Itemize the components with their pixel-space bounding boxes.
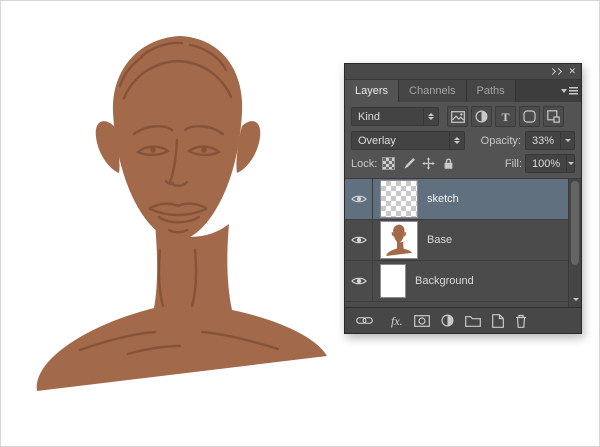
layers-list: sketch Base Background bbox=[345, 179, 581, 307]
dropdown-arrows-icon bbox=[449, 132, 464, 149]
blend-mode-dropdown[interactable]: Overlay bbox=[351, 131, 465, 150]
layers-scrollbar[interactable] bbox=[568, 179, 581, 307]
dropdown-arrow-icon bbox=[566, 155, 574, 172]
add-layer-mask-icon[interactable] bbox=[413, 314, 430, 327]
opacity-value: 33% bbox=[532, 134, 555, 147]
opacity-dropdown[interactable]: 33% bbox=[525, 131, 575, 150]
tab-channels[interactable]: Channels bbox=[399, 80, 467, 102]
fill-label: Fill: bbox=[504, 157, 522, 170]
lock-all-icon[interactable] bbox=[440, 155, 457, 172]
layer-thumbnail[interactable] bbox=[380, 264, 406, 298]
photoshop-workspace: { "canvas": { "skin_color": "#a2694a", "… bbox=[0, 0, 600, 447]
panel-bottom-bar: fx. bbox=[345, 307, 581, 333]
panel-tabs: Layers Channels Paths bbox=[345, 80, 581, 102]
layer-name: Base bbox=[427, 234, 453, 246]
visibility-toggle[interactable] bbox=[345, 220, 373, 260]
shape-filter-icon[interactable] bbox=[519, 106, 540, 127]
tab-paths[interactable]: Paths bbox=[466, 80, 516, 102]
lock-image-pixels-icon[interactable] bbox=[400, 155, 417, 172]
visibility-toggle[interactable] bbox=[345, 179, 373, 219]
close-icon[interactable]: ✕ bbox=[568, 67, 576, 76]
eye-icon bbox=[350, 277, 367, 285]
blend-mode-value: Overlay bbox=[358, 134, 396, 147]
adjustment-filter-icon[interactable] bbox=[471, 106, 492, 127]
layers-panel: ✕ Layers Channels Paths Kind T Overlay O… bbox=[344, 63, 582, 334]
filter-row: Kind T bbox=[345, 102, 581, 129]
new-group-icon[interactable] bbox=[464, 315, 481, 327]
menu-bars-icon bbox=[568, 87, 578, 95]
type-filter-icon[interactable]: T bbox=[495, 106, 516, 127]
pixel-filter-icon[interactable] bbox=[447, 106, 468, 127]
layer-row-base[interactable]: Base bbox=[345, 220, 581, 261]
tab-layers[interactable]: Layers bbox=[345, 80, 400, 102]
eye-icon bbox=[350, 195, 367, 203]
new-adjustment-layer-icon[interactable] bbox=[441, 314, 454, 327]
smart-object-filter-icon[interactable] bbox=[543, 106, 564, 127]
layer-style-icon[interactable]: fx. bbox=[391, 315, 403, 327]
lock-position-icon[interactable] bbox=[420, 155, 437, 172]
layer-thumbnail[interactable] bbox=[380, 221, 418, 259]
filter-kind-value: Kind bbox=[358, 110, 381, 123]
dropdown-arrow-icon bbox=[560, 132, 574, 149]
opacity-label: Opacity: bbox=[480, 134, 521, 147]
link-layers-icon[interactable] bbox=[356, 316, 373, 325]
dropdown-arrows-icon bbox=[423, 108, 438, 125]
panel-menu-icon[interactable] bbox=[557, 80, 581, 102]
panel-titlebar: ✕ bbox=[345, 64, 581, 80]
layer-row-background[interactable]: Background bbox=[345, 261, 581, 302]
filter-kind-dropdown[interactable]: Kind bbox=[351, 107, 439, 126]
fill-value: 100% bbox=[532, 157, 561, 170]
lock-label: Lock: bbox=[351, 157, 378, 170]
menu-caret-icon bbox=[560, 89, 567, 93]
layer-name: sketch bbox=[427, 193, 459, 205]
fill-dropdown[interactable]: 100% bbox=[525, 154, 575, 173]
lock-row: Lock: Fill: 100% bbox=[345, 153, 581, 179]
delete-layer-icon[interactable] bbox=[515, 314, 527, 328]
lock-transparent-pixels-icon[interactable] bbox=[380, 155, 397, 172]
layer-thumbnail[interactable] bbox=[380, 180, 418, 218]
eye-icon bbox=[350, 236, 367, 244]
layer-name: Background bbox=[415, 275, 474, 287]
scrollbar-thumb[interactable] bbox=[571, 181, 579, 265]
blend-row: Overlay Opacity: 33% bbox=[345, 129, 581, 153]
visibility-toggle[interactable] bbox=[345, 261, 373, 301]
document-canvas-artwork[interactable] bbox=[22, 18, 337, 403]
new-layer-icon[interactable] bbox=[491, 313, 504, 328]
scrollbar-down-arrow-icon[interactable] bbox=[569, 294, 582, 305]
collapse-to-icons-icon[interactable] bbox=[549, 67, 563, 76]
layer-row-sketch[interactable]: sketch bbox=[345, 179, 581, 220]
